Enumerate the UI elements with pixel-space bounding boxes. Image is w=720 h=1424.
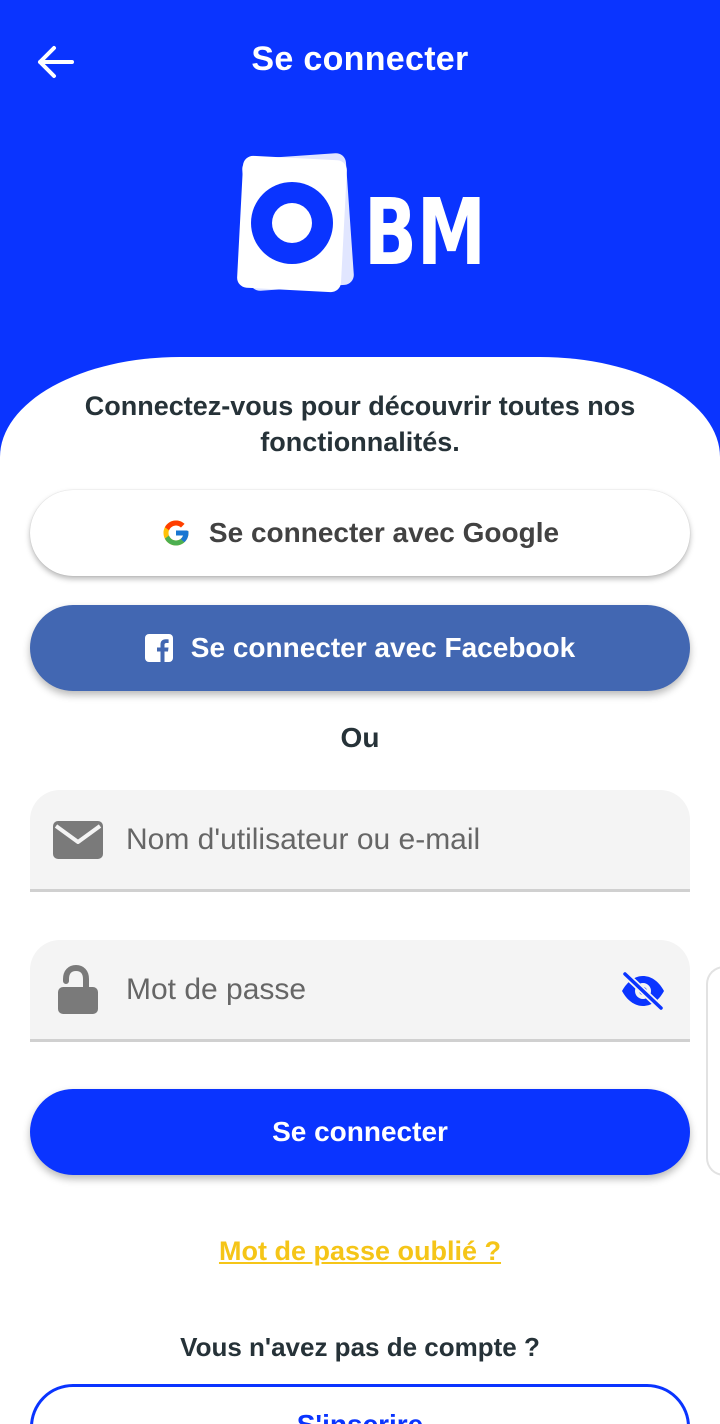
envelope-icon xyxy=(52,818,104,862)
intro-text: Connectez-vous pour découvrir toutes nos… xyxy=(84,391,636,457)
google-icon xyxy=(161,518,191,548)
obm-logo: BM xyxy=(226,150,496,300)
password-field xyxy=(30,940,690,1042)
facebook-login-button[interactable]: Se connecter avec Facebook xyxy=(30,605,690,691)
eye-slash-icon xyxy=(621,972,665,1010)
facebook-icon xyxy=(144,634,173,662)
google-login-button[interactable]: Se connecter avec Google xyxy=(30,490,690,576)
login-button[interactable]: Se connecter xyxy=(30,1089,690,1175)
logo-text: BM xyxy=(364,179,486,286)
register-button[interactable]: S'inscrire xyxy=(30,1384,690,1424)
app-header: Se connecter xyxy=(0,0,720,120)
no-account-text: Vous n'avez pas de compte ? xyxy=(180,1332,540,1362)
username-input[interactable] xyxy=(126,820,610,860)
google-button-label: Se connecter avec Google xyxy=(208,517,560,548)
or-divider: Ou xyxy=(340,722,380,753)
forgot-password-link[interactable]: Mot de passe oublié ? xyxy=(0,1236,720,1267)
login-button-label: Se connecter xyxy=(272,1116,448,1147)
register-button-label: S'inscrire xyxy=(297,1409,424,1424)
edge-panel-handle[interactable] xyxy=(706,966,720,1176)
username-field xyxy=(30,790,690,892)
page-title: Se connecter xyxy=(251,40,469,78)
facebook-button-label: Se connecter avec Facebook xyxy=(190,632,576,663)
toggle-password-visibility-button[interactable] xyxy=(618,970,668,1012)
unlock-icon xyxy=(52,965,104,1014)
password-input[interactable] xyxy=(126,970,610,1010)
